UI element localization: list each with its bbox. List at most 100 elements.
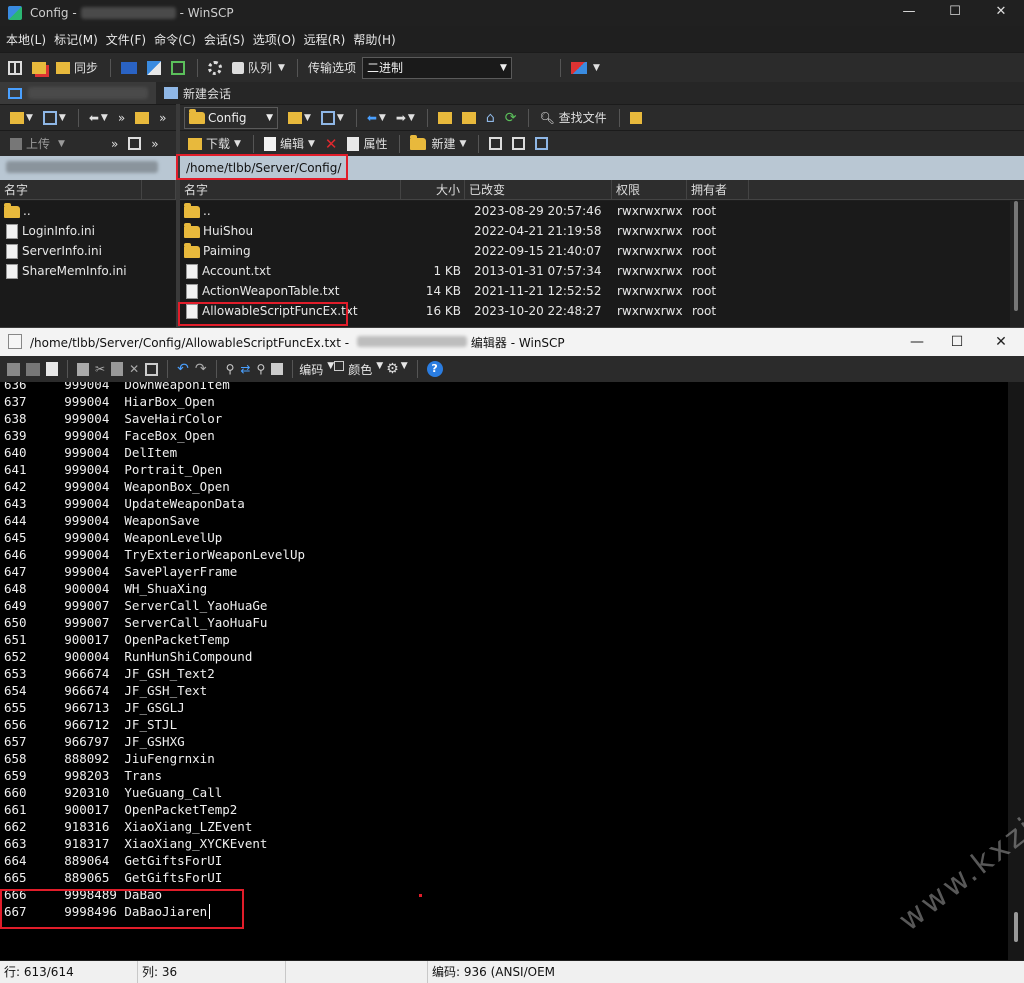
menu-options[interactable]: 选项(O): [253, 31, 296, 48]
col-size[interactable]: 大小: [401, 180, 465, 200]
left-more-button[interactable]: »: [114, 107, 129, 129]
col-name[interactable]: 名字: [180, 180, 401, 200]
queue-button[interactable]: 队列 ▼: [228, 57, 289, 79]
list-item[interactable]: ServerInfo.ini: [0, 241, 176, 261]
maximize-button[interactable]: ☐: [932, 0, 978, 26]
upload-button[interactable]: 上传 ▼: [6, 133, 69, 155]
refresh-button[interactable]: ⟳: [501, 107, 521, 129]
putty-button[interactable]: [143, 57, 165, 79]
left-col-name[interactable]: 名字: [0, 180, 142, 200]
commander-view-button[interactable]: [4, 57, 26, 79]
file-modified: 2013-01-31 07:57:34: [474, 264, 602, 278]
tab-new-session[interactable]: 新建会话: [156, 82, 239, 104]
right-filter-button[interactable]: ▼: [317, 107, 348, 129]
menu-mark[interactable]: 标记(M): [54, 31, 98, 48]
parent-dir-button[interactable]: [434, 107, 456, 129]
col-modified[interactable]: 已改变: [465, 180, 612, 200]
tab-current-session[interactable]: [0, 82, 156, 104]
encoding-button[interactable]: 编码 ▼: [299, 361, 334, 378]
find-next-button[interactable]: ⚲: [253, 362, 268, 376]
paste-icon: [111, 362, 124, 376]
select-all-button[interactable]: [485, 133, 506, 155]
list-item[interactable]: LoginInfo.ini: [0, 221, 176, 241]
delete-button[interactable]: ✕: [321, 133, 342, 155]
table-row[interactable]: Account.txt 1 KB 2013-01-31 07:57:34 rwxrwx…: [180, 261, 1010, 281]
scrollbar-thumb[interactable]: [1014, 201, 1018, 311]
right-forward-button[interactable]: ➡ ▼: [392, 107, 419, 129]
home-dir-button[interactable]: ⌂: [482, 107, 499, 129]
tree-toggle-button[interactable]: [626, 107, 646, 129]
editor-scrollbar[interactable]: [1008, 382, 1024, 960]
find-button[interactable]: ⚲: [223, 362, 238, 376]
filter-icon: [535, 137, 549, 150]
left-more2-button[interactable]: »: [155, 107, 170, 129]
replace-button[interactable]: ⇄: [237, 362, 253, 376]
remote-list-scrollbar[interactable]: [1010, 201, 1024, 327]
left-new-button[interactable]: [124, 133, 145, 155]
goto-line-button[interactable]: [268, 363, 286, 375]
unselect-button[interactable]: [508, 133, 529, 155]
editor-maximize-button[interactable]: ☐: [934, 328, 980, 356]
scrollbar-thumb[interactable]: [1014, 912, 1018, 942]
left-back-button[interactable]: ⬅ ▼: [85, 107, 112, 129]
transfer-settings-button[interactable]: ▼: [567, 57, 604, 79]
minimize-button[interactable]: —: [886, 0, 932, 26]
left-toolbar-2: 上传 ▼ » »: [0, 130, 176, 156]
table-row[interactable]: Paiming 2022-09-15 21:40:07 rwxrwxrwx root: [180, 241, 1010, 261]
paste-button[interactable]: [108, 362, 126, 376]
new-button[interactable]: 新建 ▼: [406, 133, 470, 155]
refresh-view-button[interactable]: [167, 57, 189, 79]
edit-button[interactable]: 编辑 ▼: [260, 133, 319, 155]
left-more4-button[interactable]: »: [147, 133, 162, 155]
properties-button[interactable]: 属性: [343, 133, 391, 155]
menu-session[interactable]: 会话(S): [204, 31, 245, 48]
cut-button[interactable]: ✂: [92, 362, 108, 376]
delete-text-button[interactable]: ✕: [126, 362, 142, 376]
remote-dir-select[interactable]: Config ▼: [184, 106, 278, 129]
col-perms[interactable]: 权限: [612, 180, 687, 200]
menu-help[interactable]: 帮助(H): [353, 31, 395, 48]
reload-button[interactable]: [43, 362, 61, 376]
list-item[interactable]: ShareMemInfo.ini: [0, 261, 176, 281]
preferences-button[interactable]: [204, 57, 226, 79]
compare-dirs-button[interactable]: [28, 57, 50, 79]
help-button[interactable]: ?: [424, 361, 446, 377]
left-parent-dir-button[interactable]: [131, 107, 153, 129]
copy-button[interactable]: [74, 362, 92, 376]
table-row[interactable]: HuiShou 2022-04-21 21:19:58 rwxrwxrwx root: [180, 221, 1010, 241]
color-button[interactable]: 颜色 ▼: [334, 360, 383, 378]
download-icon: [188, 137, 202, 150]
left-path-bar[interactable]: [0, 156, 176, 180]
sync-button[interactable]: 同步: [52, 57, 102, 79]
table-row[interactable]: ActionWeaponTable.txt 14 KB 2021-11-21 12:…: [180, 281, 1010, 301]
menu-file[interactable]: 文件(F): [106, 31, 146, 48]
putty-icon: [147, 60, 162, 75]
list-item[interactable]: ..: [0, 201, 176, 221]
gear-icon: [208, 60, 223, 75]
menu-local[interactable]: 本地(L): [6, 31, 46, 48]
find-files-button[interactable]: 🔍︎ 查找文件: [535, 107, 610, 129]
close-button[interactable]: ✕: [978, 0, 1024, 26]
select-all-text-button[interactable]: [142, 362, 161, 376]
right-back-button[interactable]: ⬅ ▼: [363, 107, 390, 129]
transfer-mode-select[interactable]: 二进制 ▼: [361, 56, 512, 79]
redo-button[interactable]: ↷: [192, 361, 210, 377]
right-open-dir-button[interactable]: ▼: [284, 107, 315, 129]
text-editor-area[interactable]: 636 999004 DownWeaponItem 637 999004 Hiar…: [0, 382, 1008, 960]
left-more3-button[interactable]: »: [107, 133, 122, 155]
download-button[interactable]: 下载 ▼: [184, 133, 245, 155]
root-dir-button[interactable]: [458, 107, 480, 129]
editor-close-button[interactable]: ✕: [978, 328, 1024, 356]
undo-button[interactable]: ↶: [174, 361, 192, 377]
save-all-button[interactable]: [23, 362, 43, 376]
menu-command[interactable]: 命令(C): [154, 31, 196, 48]
filter-select-button[interactable]: [531, 133, 552, 155]
left-filter-button[interactable]: ▼: [39, 107, 70, 129]
table-row[interactable]: .. 2023-08-29 20:57:46 rwxrwxrwx root: [180, 201, 1010, 221]
terminal-button[interactable]: [117, 57, 141, 79]
save-button[interactable]: [4, 362, 23, 376]
menu-remote[interactable]: 远程(R): [304, 31, 346, 48]
col-owner[interactable]: 拥有者: [687, 180, 749, 200]
editor-settings-button[interactable]: ⚙ ▼: [383, 361, 410, 377]
left-open-dir-button[interactable]: ▼: [6, 107, 37, 129]
